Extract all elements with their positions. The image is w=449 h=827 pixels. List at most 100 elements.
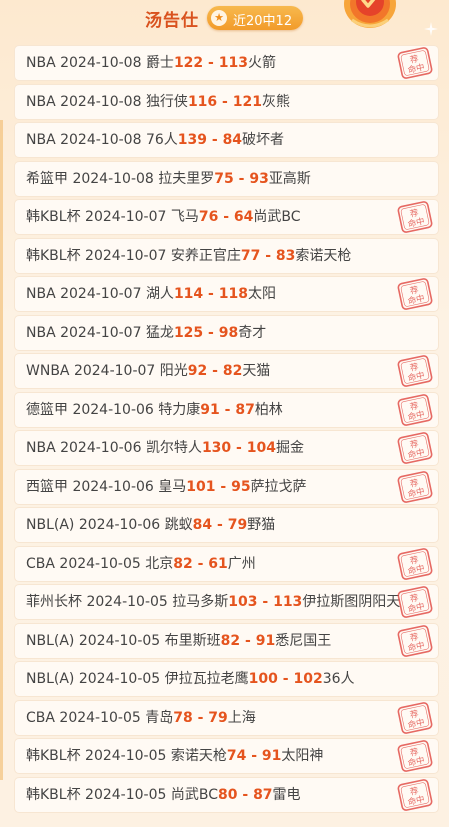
prediction-row[interactable]: CBA 2024-10-05 北京82 - 61广州荐命中 (15, 546, 438, 581)
home-score: 82 (220, 632, 241, 649)
prediction-row[interactable]: 韩KBL杯 2024-10-07 安养正官庄77 - 83索诺天枪 (15, 238, 438, 273)
match-date: 2024-10-06 (78, 517, 161, 533)
league-name: 菲州长杯 (26, 594, 82, 610)
match-date: 2024-10-05 (86, 594, 168, 610)
prediction-row[interactable]: NBA 2024-10-07 猛龙125 - 98奇才 (15, 315, 438, 350)
home-score: 78 (173, 709, 193, 726)
away-score: 93 (249, 170, 269, 187)
away-team: 破坏者 (242, 132, 285, 148)
home-score: 139 (177, 132, 207, 148)
league-name: 韩KBL杯 (26, 247, 81, 264)
prediction-row[interactable]: WNBA 2024-10-07 阳光92 - 82天猫荐命中 (15, 354, 438, 388)
away-score: 79 (208, 709, 228, 726)
league-name: NBA (26, 286, 56, 302)
score-separator: - (260, 247, 276, 264)
score-separator: - (203, 55, 219, 71)
prediction-text: NBA 2024-10-08 独行侠116 - 121灰熊 (26, 85, 290, 119)
away-team: 太阳神 (281, 748, 324, 764)
home-score: 77 (240, 247, 261, 264)
league-name: 韩KBL杯 (26, 748, 81, 764)
home-score: 122 (173, 55, 204, 71)
hit-stamp-icon: 荐命中 (397, 624, 433, 657)
home-score: 75 (214, 170, 234, 187)
home-team: 皇马 (158, 478, 187, 495)
match-date: 2024-10-08 (60, 55, 142, 71)
away-team: 天猫 (242, 363, 271, 379)
prediction-row[interactable]: 菲州长杯 2024-10-05 拉马多斯103 - 113伊拉斯图阴阳天荐命中 (15, 585, 438, 619)
prediction-row[interactable]: NBA 2024-10-08 爵士122 - 113火箭荐命中 (15, 46, 438, 80)
prediction-row[interactable]: NBA 2024-10-06 凯尔特人130 - 104掘金荐命中 (15, 431, 438, 465)
away-team: 伊拉斯图阴阳天 (302, 594, 401, 610)
away-score: 95 (231, 478, 251, 495)
away-team: 尚武BC (253, 209, 301, 225)
hit-stamp-icon: 荐命中 (397, 701, 433, 734)
prediction-row[interactable]: 韩KBL杯 2024-10-05 尚武BC80 - 87雷电荐命中 (15, 777, 438, 812)
home-team: 尚武BC (170, 786, 219, 803)
score-separator: - (233, 170, 250, 187)
hit-stamp-icon: 荐命中 (397, 47, 433, 79)
prediction-row[interactable]: NBL(A) 2024-10-05 布里斯班82 - 91悉尼国王荐命中 (15, 623, 438, 658)
home-score: 103 (228, 594, 258, 610)
away-score: 118 (218, 286, 248, 302)
home-team: 伊拉瓦拉老鹰 (164, 671, 249, 687)
hit-stamp-icon: 荐命中 (397, 432, 433, 464)
score-separator: - (246, 748, 262, 764)
prediction-text: 韩KBL杯 2024-10-05 尚武BC80 - 87雷电 (26, 778, 430, 812)
away-score: 104 (246, 440, 276, 456)
prediction-row[interactable]: 韩KBL杯 2024-10-07 飞马76 - 64尚武BC 荐命中 (15, 200, 438, 234)
prediction-row[interactable]: 希篮甲 2024-10-08 拉夫里罗75 - 93亚高斯 (15, 161, 438, 196)
home-team: 特力康 (158, 401, 201, 418)
prediction-text: NBA 2024-10-07 湖人114 - 118太阳 (26, 277, 430, 311)
away-score: 121 (232, 93, 262, 110)
away-team: 亚高斯 (268, 170, 311, 187)
league-name: NBL(A) (26, 517, 75, 533)
prediction-row[interactable]: NBL(A) 2024-10-06 跳蚁84 - 79野猫 (15, 508, 438, 542)
prediction-row[interactable]: NBA 2024-10-08 独行侠116 - 121灰熊 (15, 84, 438, 119)
away-score: 83 (275, 247, 296, 264)
away-score: 98 (218, 324, 239, 341)
prediction-row[interactable]: 德篮甲 2024-10-06 特力康91 - 87柏林荐命中 (15, 392, 438, 427)
match-date: 2024-10-08 (72, 170, 154, 187)
away-score: 91 (255, 632, 276, 649)
away-score: 64 (233, 209, 254, 225)
league-name: 韩KBL杯 (26, 209, 81, 225)
star-icon: ★ (211, 10, 227, 26)
prediction-row[interactable]: NBL(A) 2024-10-05 伊拉瓦拉老鹰100 - 10236人 (15, 662, 438, 696)
match-date: 2024-10-07 (73, 363, 156, 379)
match-date: 2024-10-07 (60, 324, 142, 341)
match-date: 2024-10-06 (60, 440, 142, 456)
prediction-text: CBA 2024-10-05 北京82 - 61广州 (26, 547, 430, 581)
score-separator: - (277, 671, 294, 687)
prediction-row[interactable]: NBA 2024-10-07 湖人114 - 118太阳荐命中 (15, 277, 438, 311)
prediction-text: 韩KBL杯 2024-10-07 安养正官庄77 - 83索诺天枪 (26, 239, 351, 273)
home-score: 114 (173, 286, 204, 302)
away-score: 61 (208, 555, 228, 572)
match-date: 2024-10-07 (85, 247, 167, 264)
home-score: 92 (187, 363, 208, 379)
prediction-text: NBL(A) 2024-10-06 跳蚁84 - 79野猫 (26, 508, 275, 542)
score-separator: - (219, 401, 236, 418)
prediction-text: NBA 2024-10-08 76人139 - 84破坏者 (26, 123, 284, 157)
home-team: 阳光 (159, 363, 188, 379)
league-name: NBA (26, 55, 56, 71)
match-date: 2024-10-05 (85, 786, 167, 803)
home-score: 80 (218, 786, 238, 803)
hit-stamp-icon: 荐命中 (397, 586, 433, 618)
score-separator: - (207, 363, 223, 379)
hit-stamp-icon: 荐命中 (397, 547, 433, 580)
home-team: 独行侠 (145, 93, 188, 110)
away-score: 113 (218, 55, 248, 71)
match-date: 2024-10-05 (78, 632, 161, 649)
away-team: 野猫 (247, 517, 276, 533)
home-score: 84 (192, 517, 213, 533)
away-team: 太阳 (247, 286, 276, 302)
prediction-row[interactable]: 西篮甲 2024-10-06 皇马101 - 95萨拉戈萨荐命中 (15, 469, 438, 504)
league-name: 希篮甲 (26, 170, 68, 187)
prediction-row[interactable]: NBA 2024-10-08 76人139 - 84破坏者 (15, 123, 438, 157)
prediction-row[interactable]: 韩KBL杯 2024-10-05 索诺天枪74 - 91太阳神荐命中 (15, 739, 438, 773)
league-name: 德篮甲 (26, 401, 68, 418)
match-date: 2024-10-05 (78, 671, 161, 687)
prediction-row[interactable]: CBA 2024-10-05 青岛78 - 79上海荐命中 (15, 700, 438, 735)
home-team: 飞马 (170, 209, 199, 225)
left-edge-accent (0, 120, 3, 780)
